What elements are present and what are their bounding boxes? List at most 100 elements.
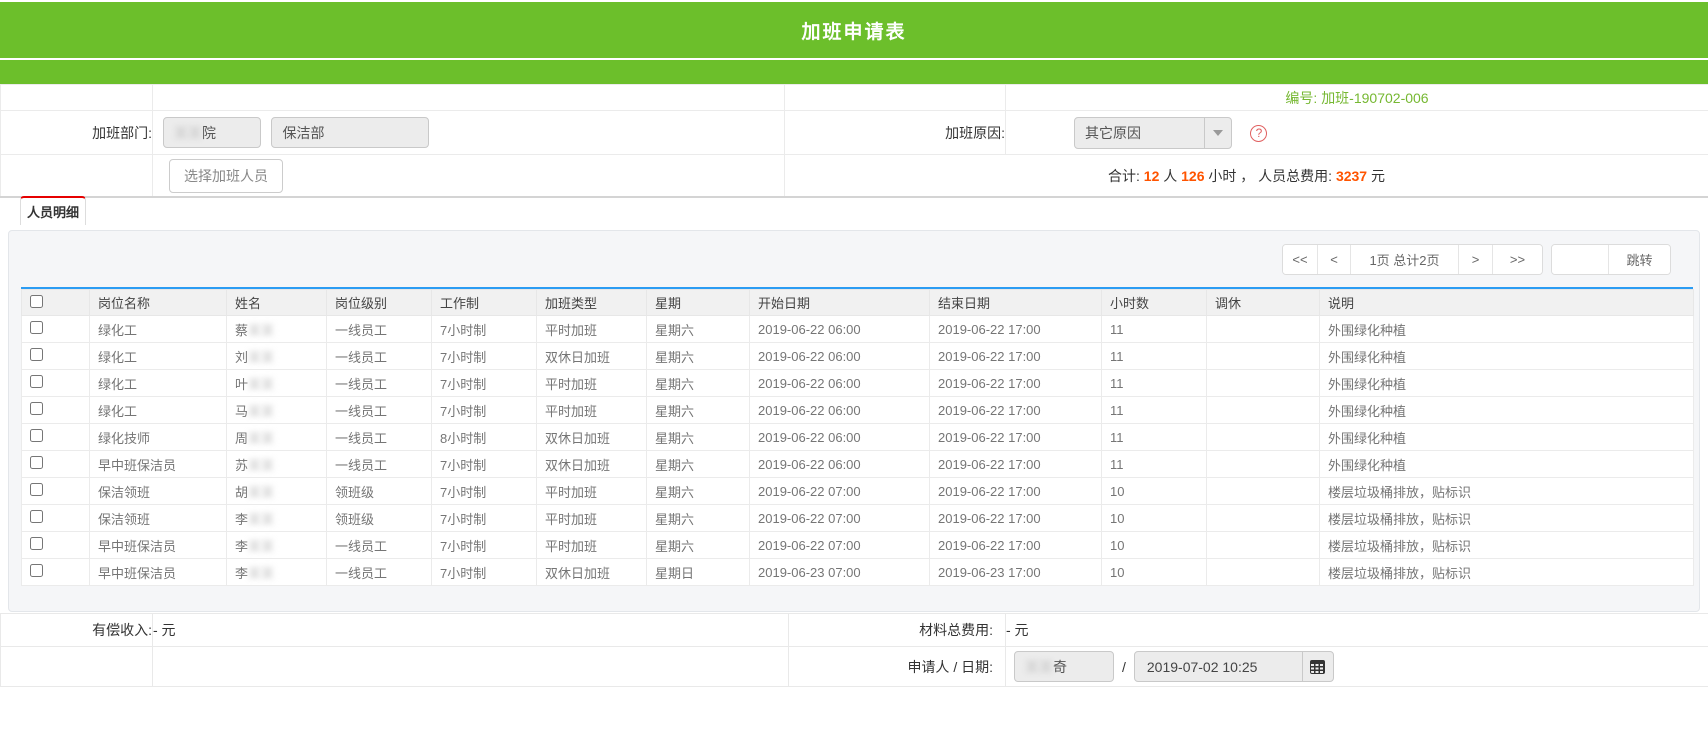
personnel-table: 岗位名称姓名岗位级别工作制加班类型星期开始日期结束日期小时数调休说明 绿化工蔡某… xyxy=(21,289,1694,586)
cell-note: 楼层垃圾桶排放，贴标识 xyxy=(1320,505,1694,532)
form-empty-cell xyxy=(785,85,1006,111)
row-checkbox[interactable] xyxy=(30,456,43,469)
column-header: 星期 xyxy=(647,290,750,316)
applicant-field[interactable]: 某某奇 xyxy=(1014,651,1114,682)
apply-date-field[interactable]: 2019-07-02 10:25 xyxy=(1134,651,1334,682)
applicant-date-slash: / xyxy=(1122,659,1126,675)
calendar-icon[interactable] xyxy=(1302,652,1333,681)
cell-weekday: 星期六 xyxy=(647,397,750,424)
row-checkbox[interactable] xyxy=(30,510,43,523)
column-header: 岗位名称 xyxy=(90,290,227,316)
jump-button[interactable]: 跳转 xyxy=(1608,245,1670,274)
dept-section-field[interactable]: 保洁部 xyxy=(271,117,429,148)
help-icon[interactable]: ? xyxy=(1250,125,1267,142)
cell-position: 绿化工 xyxy=(90,343,227,370)
page-info: 1页 总计2页 xyxy=(1350,245,1458,274)
prev-page-button[interactable]: < xyxy=(1317,245,1350,274)
row-checkbox[interactable] xyxy=(30,402,43,415)
cell-schedule: 7小时制 xyxy=(432,451,537,478)
table-row: 绿化工蔡某某一线员工7小时制平时加班星期六2019-06-22 06:00201… xyxy=(22,316,1694,343)
select-staff-button[interactable]: 选择加班人员 xyxy=(169,159,283,193)
cell-start: 2019-06-22 07:00 xyxy=(750,532,930,559)
row-checkbox[interactable] xyxy=(30,537,43,550)
cell-name: 胡某某 xyxy=(227,478,327,505)
cell-start: 2019-06-22 06:00 xyxy=(750,370,930,397)
chevron-down-icon[interactable] xyxy=(1204,118,1231,148)
dept-section-value: 保洁部 xyxy=(282,123,324,143)
cell-type: 平时加班 xyxy=(537,397,647,424)
cell-level: 一线员工 xyxy=(327,397,432,424)
row-checkbox[interactable] xyxy=(30,321,43,334)
cell-end: 2019-06-22 17:00 xyxy=(930,505,1102,532)
row-checkbox-cell xyxy=(22,343,90,370)
cell-comp xyxy=(1207,451,1320,478)
cell-type: 平时加班 xyxy=(537,505,647,532)
cell-position: 早中班保洁员 xyxy=(90,559,227,586)
first-page-button[interactable]: << xyxy=(1283,245,1317,274)
reason-label: 加班原因: xyxy=(785,111,1006,155)
cell-start: 2019-06-22 06:00 xyxy=(750,451,930,478)
select-all-checkbox[interactable] xyxy=(30,295,43,308)
row-checkbox-cell xyxy=(22,532,90,559)
cell-note: 外围绿化种植 xyxy=(1320,343,1694,370)
redacted-text: 某某 xyxy=(248,350,274,365)
column-header: 小时数 xyxy=(1102,290,1207,316)
select-all-header-cell xyxy=(22,290,90,316)
row-checkbox[interactable] xyxy=(30,348,43,361)
personnel-detail-panel: << < 1页 总计2页 > >> 跳转 岗位名称姓名岗位级别工作制加班类型星期… xyxy=(8,230,1700,612)
column-header: 说明 xyxy=(1320,290,1694,316)
last-page-button[interactable]: >> xyxy=(1492,245,1542,274)
cell-note: 外围绿化种植 xyxy=(1320,451,1694,478)
table-row: 绿化技师周某某一线员工8小时制双休日加班星期六2019-06-22 06:002… xyxy=(22,424,1694,451)
select-staff-cell: 选择加班人员 xyxy=(153,155,785,198)
row-checkbox-cell xyxy=(22,478,90,505)
cell-name: 李某某 xyxy=(227,559,327,586)
cell-weekday: 星期六 xyxy=(647,370,750,397)
redacted-text: 某某 xyxy=(248,566,274,581)
cell-end: 2019-06-22 17:00 xyxy=(930,424,1102,451)
pagination-jump-group: 跳转 xyxy=(1551,244,1671,275)
cell-position: 绿化工 xyxy=(90,316,227,343)
redacted-text: 某某 xyxy=(248,377,274,392)
cell-level: 领班级 xyxy=(327,478,432,505)
pagination-nav-group: << < 1页 总计2页 > >> xyxy=(1282,244,1543,275)
cell-note: 外围绿化种植 xyxy=(1320,370,1694,397)
serial-number: 编号: 加班-190702-006 xyxy=(1006,85,1708,111)
page-title: 加班申请表 xyxy=(801,17,906,44)
row-checkbox-cell xyxy=(22,424,90,451)
reason-select[interactable]: 其它原因 xyxy=(1074,117,1232,149)
row-checkbox[interactable] xyxy=(30,564,43,577)
cell-name: 李某某 xyxy=(227,505,327,532)
cell-end: 2019-06-22 17:00 xyxy=(930,397,1102,424)
cell-type: 平时加班 xyxy=(537,478,647,505)
cell-name: 蔡某某 xyxy=(227,316,327,343)
summary-line: 合计: 12 人 126 小时 ， 人员总费用: 3237 元 xyxy=(785,155,1708,198)
cell-position: 绿化工 xyxy=(90,397,227,424)
summary-hours-count: 126 xyxy=(1181,168,1204,184)
cell-schedule: 7小时制 xyxy=(432,532,537,559)
cell-level: 一线员工 xyxy=(327,559,432,586)
next-page-button[interactable]: > xyxy=(1458,245,1492,274)
tab-personnel-detail[interactable]: 人员明细 xyxy=(20,196,86,225)
cell-note: 楼层垃圾桶排放，贴标识 xyxy=(1320,478,1694,505)
cell-position: 早中班保洁员 xyxy=(90,451,227,478)
cell-start: 2019-06-22 07:00 xyxy=(750,505,930,532)
cell-weekday: 星期六 xyxy=(647,505,750,532)
dept-label: 加班部门: xyxy=(1,111,153,155)
row-checkbox[interactable] xyxy=(30,375,43,388)
applicant-cell: 某某奇 / 2019-07-02 10:25 xyxy=(1006,647,1708,687)
cell-schedule: 7小时制 xyxy=(432,343,537,370)
row-checkbox[interactable] xyxy=(30,429,43,442)
cell-type: 双休日加班 xyxy=(537,451,647,478)
jump-page-input[interactable] xyxy=(1552,245,1608,274)
row-checkbox[interactable] xyxy=(30,483,43,496)
form-empty-cell xyxy=(1,155,153,198)
apply-date-value: 2019-07-02 10:25 xyxy=(1135,652,1302,681)
table-row: 早中班保洁员李某某一线员工7小时制平时加班星期六2019-06-22 07:00… xyxy=(22,532,1694,559)
cell-type: 双休日加班 xyxy=(537,343,647,370)
cell-end: 2019-06-22 17:00 xyxy=(930,451,1102,478)
dept-hospital-field[interactable]: 某某院 xyxy=(163,117,261,148)
redacted-text: 某某 xyxy=(248,458,274,473)
redacted-text: 某某 xyxy=(1025,657,1053,677)
cell-hours: 10 xyxy=(1102,505,1207,532)
